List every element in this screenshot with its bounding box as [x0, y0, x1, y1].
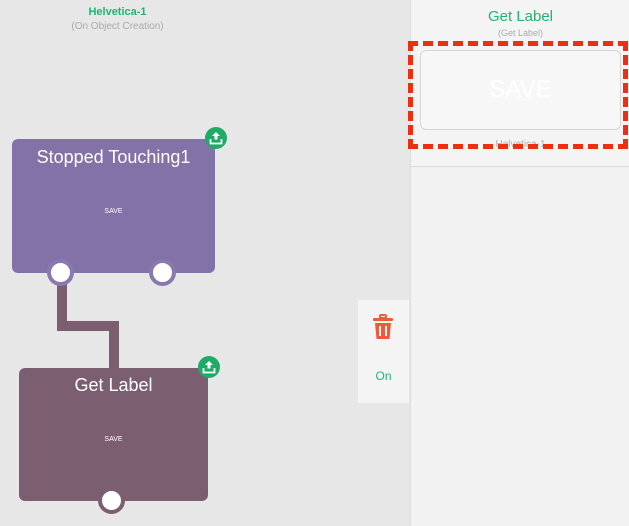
node-save-label: SAVE	[104, 436, 123, 443]
panel-header: Get Label (Get Label) SAVE Helvetica-1	[411, 0, 629, 167]
node-get-label[interactable]: Get Label SAVE	[19, 368, 208, 501]
upload-icon[interactable]	[198, 356, 220, 378]
node-stopped-touching[interactable]: Stopped Touching1 SAVE	[12, 139, 215, 273]
script-canvas[interactable]: Helvetica-1 (On Object Creation) Stopped…	[0, 0, 409, 526]
on-toggle[interactable]: On	[358, 369, 409, 383]
properties-panel: Get Label (Get Label) SAVE Helvetica-1	[410, 0, 629, 526]
node-title: Get Label	[74, 375, 153, 395]
panel-subtitle: (Get Label)	[497, 28, 544, 38]
canvas-font-title: Helvetica-1	[88, 6, 147, 18]
preview-text: SAVE	[489, 76, 552, 103]
node-title: Stopped Touching1	[36, 147, 191, 167]
panel-font-label: Helvetica-1	[495, 139, 546, 150]
trash-icon[interactable]	[372, 314, 394, 345]
side-toolbar: On	[358, 300, 409, 403]
node-output-port[interactable]	[98, 487, 125, 514]
node-save-label: SAVE	[104, 208, 123, 215]
node-output-port[interactable]	[149, 259, 176, 286]
connector-segment	[109, 321, 119, 369]
panel-title: Get Label	[487, 8, 554, 25]
node-output-port[interactable]	[47, 259, 74, 286]
label-preview[interactable]: SAVE	[420, 50, 621, 130]
canvas-font-subtitle: (On Object Creation)	[71, 21, 164, 32]
upload-icon[interactable]	[205, 127, 227, 149]
